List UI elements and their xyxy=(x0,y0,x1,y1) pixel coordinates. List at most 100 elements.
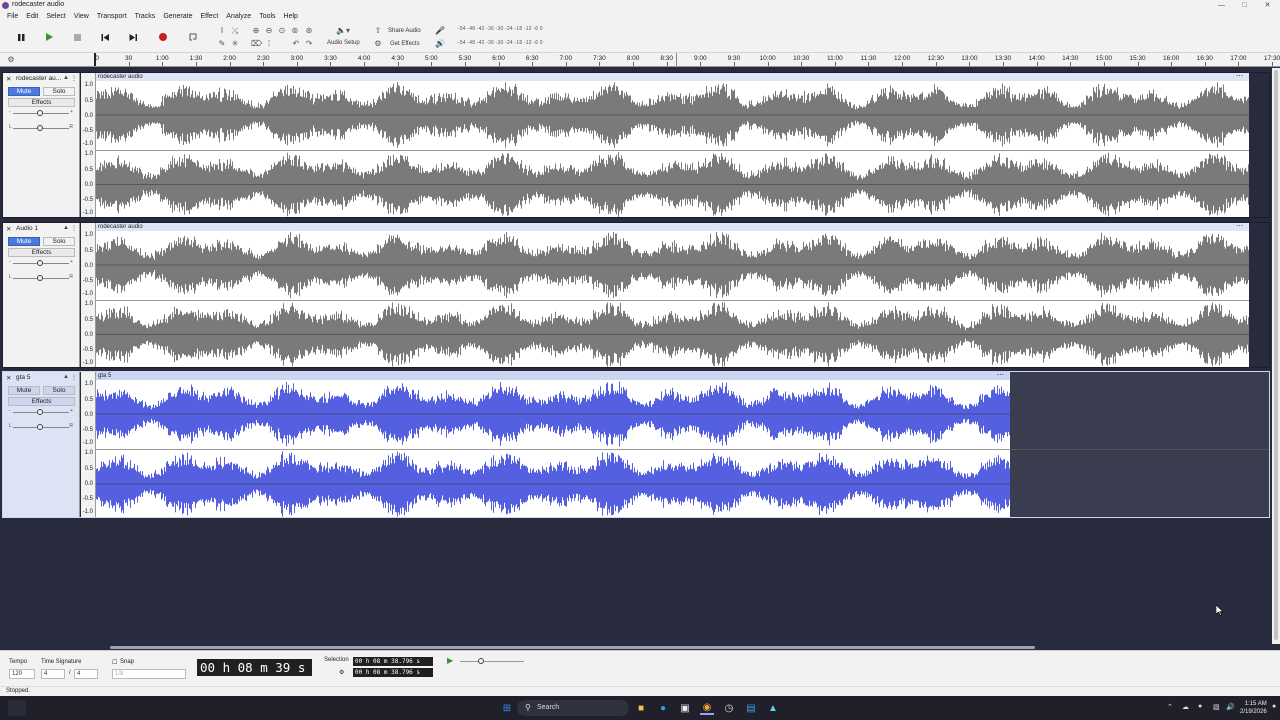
timeline-ruler[interactable]: ⚙ 0 30 1:00 1:30 2:00 2:30 3:00 3:30 4:00 4:30 5:0… xyxy=(0,53,1280,67)
tray-chevron-icon[interactable]: ⌃ xyxy=(1167,703,1173,711)
get-effects-button[interactable]: Get Effects xyxy=(390,41,420,47)
horizontal-scroll-thumb[interactable] xyxy=(110,646,1035,649)
tray-app-icon[interactable]: ☁ xyxy=(1182,703,1189,711)
menu-tracks[interactable]: Tracks xyxy=(131,11,160,22)
snap-select[interactable]: 1/8 xyxy=(112,669,186,679)
clip-menu-icon[interactable]: ⋯ xyxy=(997,372,1004,380)
app-icon[interactable]: ▲ xyxy=(766,701,780,715)
notepad-icon[interactable]: ▤ xyxy=(744,701,758,715)
clip-header[interactable]: gta 5 ⋯ xyxy=(96,372,1010,380)
time-sig-denominator[interactable]: 4 xyxy=(74,669,98,679)
selection-start[interactable]: 00 h 08 m 38.796 s xyxy=(353,657,433,666)
zoom-toggle-icon[interactable]: ⊛ xyxy=(304,26,314,36)
windows-start-icon[interactable]: ⊞ xyxy=(500,701,514,715)
vertical-scrollbar[interactable] xyxy=(1272,68,1280,644)
store-icon[interactable]: ▣ xyxy=(678,701,692,715)
minimize-button[interactable]: — xyxy=(1210,0,1233,11)
waveform-left[interactable] xyxy=(96,380,1010,448)
solo-button[interactable]: Solo xyxy=(43,87,75,96)
tracks-area[interactable]: ✕ rodecaster au... ▲ ⋮ Mute Solo Effects… xyxy=(0,68,1272,644)
clock-app-icon[interactable]: ◷ xyxy=(722,701,736,715)
menu-transport[interactable]: Transport xyxy=(93,11,131,22)
waveform-right[interactable] xyxy=(96,151,1249,217)
track-name[interactable]: rodecaster au... xyxy=(16,75,61,82)
loop-button[interactable] xyxy=(183,27,203,47)
track-name[interactable]: Audio 1 xyxy=(16,225,61,232)
trim-icon[interactable]: ⌦ xyxy=(251,39,262,49)
play-button[interactable] xyxy=(39,27,59,47)
selection-end[interactable]: 00 h 08 m 38.796 s xyxy=(353,668,433,677)
pan-slider-knob[interactable] xyxy=(37,275,43,281)
audio-clip[interactable]: rodecaster audio ⋯ xyxy=(96,73,1249,217)
tempo-input[interactable]: 120 xyxy=(9,669,35,679)
pan-slider-knob[interactable] xyxy=(37,424,43,430)
snap-label[interactable]: Snap xyxy=(120,659,134,665)
pan-slider[interactable]: L R xyxy=(9,124,73,132)
vertical-scroll-thumb[interactable] xyxy=(1274,70,1278,640)
mute-button[interactable]: Mute xyxy=(8,237,40,246)
playhead-marker[interactable] xyxy=(676,53,677,66)
waveform-right[interactable] xyxy=(96,450,1010,517)
maximize-button[interactable]: □ xyxy=(1233,0,1256,11)
envelope-tool-icon[interactable]: ⤰ xyxy=(230,26,240,36)
clip-header[interactable]: rodecaster audio ⋯ xyxy=(96,73,1249,81)
track-menu-icon[interactable]: ⋮ xyxy=(71,225,77,232)
waveform-left[interactable] xyxy=(96,231,1249,299)
silence-icon[interactable]: ⁞ xyxy=(264,39,274,49)
menu-view[interactable]: View xyxy=(70,11,93,22)
zoom-in-icon[interactable]: ⊕ xyxy=(251,26,261,36)
selection-tool-icon[interactable]: I xyxy=(217,26,227,36)
close-track-icon[interactable]: ✕ xyxy=(6,374,11,382)
gain-slider-knob[interactable] xyxy=(37,110,43,116)
taskbar-search[interactable]: ⚲ Search xyxy=(517,700,629,716)
speaker-icon[interactable]: 🔈▾ xyxy=(333,26,353,36)
widgets-icon[interactable] xyxy=(8,700,26,716)
stop-button[interactable] xyxy=(67,27,87,47)
track-gta-5[interactable]: ✕ gta 5 ▲ ⋮ Mute Solo Effects - + L R 1.… xyxy=(2,371,1270,518)
effects-button[interactable]: Effects xyxy=(8,98,75,107)
pan-slider-knob[interactable] xyxy=(37,125,43,131)
gain-slider[interactable]: - + xyxy=(9,109,73,117)
track-name[interactable]: gta 5 xyxy=(16,374,61,381)
share-audio-button[interactable]: Share Audio xyxy=(388,28,421,34)
pan-slider[interactable]: L R xyxy=(9,274,73,282)
gain-slider[interactable]: - + xyxy=(9,408,73,416)
edge-browser-icon[interactable]: ● xyxy=(656,701,670,715)
skip-end-button[interactable] xyxy=(123,27,143,47)
record-meter[interactable]: -54 -48 -42 -36 -30 -24 -18 -12 -6 0 xyxy=(458,26,543,32)
track-audio-1[interactable]: ✕ Audio 1 ▲ ⋮ Mute Solo Effects - + L R xyxy=(2,222,1270,368)
undo-icon[interactable]: ↶ xyxy=(291,39,301,49)
gain-slider[interactable]: - + xyxy=(9,259,73,267)
time-display[interactable]: 00 h 08 m 39 s xyxy=(197,659,312,676)
tray-volume-icon[interactable]: 🔊 xyxy=(1226,703,1235,711)
close-track-icon[interactable]: ✕ xyxy=(6,225,11,233)
zoom-out-icon[interactable]: ⊖ xyxy=(264,26,274,36)
close-button[interactable]: ✕ xyxy=(1256,0,1279,11)
solo-button[interactable]: Solo xyxy=(43,237,75,246)
multi-tool-icon[interactable]: ✳ xyxy=(230,39,240,49)
waveform-left[interactable] xyxy=(96,81,1249,149)
gain-slider-knob[interactable] xyxy=(37,260,43,266)
share-audio-icon[interactable]: ⇧ xyxy=(373,26,383,36)
time-sig-numerator[interactable]: 4 xyxy=(41,669,65,679)
menu-tools[interactable]: Tools xyxy=(255,11,279,22)
pause-button[interactable] xyxy=(11,27,31,47)
effects-button[interactable]: Effects xyxy=(8,248,75,257)
effects-button[interactable]: Effects xyxy=(8,397,75,406)
selection-settings-icon[interactable]: ⚙ xyxy=(339,669,344,676)
snap-checkbox-icon[interactable]: ☐ xyxy=(112,659,117,666)
fit-project-icon[interactable]: ⊚ xyxy=(290,26,300,36)
menu-file[interactable]: File xyxy=(3,11,22,22)
audio-setup-label[interactable]: Audio Setup xyxy=(327,40,360,46)
waveform-right[interactable] xyxy=(96,301,1249,367)
tray-network-icon[interactable]: ▧ xyxy=(1213,703,1220,711)
taskbar-clock[interactable]: 1:15 AM 2/19/2026 xyxy=(1240,700,1267,716)
notification-icon[interactable]: ● xyxy=(1272,703,1276,710)
clip-menu-icon[interactable]: ⋯ xyxy=(1236,223,1243,231)
play-at-speed-icon[interactable]: ▶ xyxy=(447,656,453,665)
playhead-start-marker[interactable] xyxy=(94,53,96,66)
solo-button[interactable]: Solo xyxy=(43,386,75,395)
redo-icon[interactable]: ↷ xyxy=(304,39,314,49)
audacity-taskbar-icon[interactable]: ◉ xyxy=(700,701,714,715)
track-rodecaster[interactable]: ✕ rodecaster au... ▲ ⋮ Mute Solo Effects… xyxy=(2,72,1270,218)
